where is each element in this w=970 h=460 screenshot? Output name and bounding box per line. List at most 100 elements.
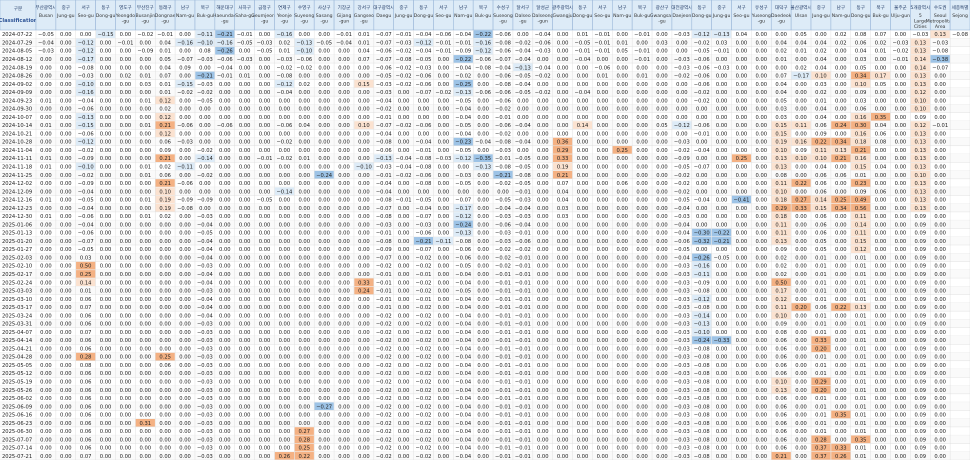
cell-value: 0.00 <box>338 173 350 179</box>
cell-value: −0.01 <box>495 346 511 352</box>
cell-value: 0.00 <box>537 330 549 336</box>
cell-value: 0.00 <box>835 247 847 253</box>
cell-value: 0.22 <box>795 181 807 187</box>
cell-value: 0.00 <box>279 396 291 402</box>
cell-value: 0.00 <box>656 446 668 452</box>
cell-value: 0.00 <box>875 98 887 104</box>
row-date: 2025-04-21 <box>2 346 32 352</box>
cell-value: 0.06 <box>775 355 787 361</box>
cell-value: 0.06 <box>775 404 787 410</box>
cell-value: 0.00 <box>696 247 708 253</box>
cell-value: 0.00 <box>259 421 271 427</box>
cell-value: 0.00 <box>219 214 231 220</box>
cell-value: 0.00 <box>756 115 768 121</box>
cell-value: 0.00 <box>577 107 589 113</box>
cell-value: 0.00 <box>716 247 728 253</box>
cell-value: 0.00 <box>159 272 171 278</box>
column-header-kr: 사상구 <box>318 4 331 11</box>
cell-value: −0.05 <box>515 165 531 171</box>
cell-value: 0.00 <box>298 140 310 146</box>
cell-value: −0.04 <box>455 363 472 369</box>
cell-value: −0.04 <box>515 82 532 88</box>
cell-value: 0.03 <box>557 214 569 220</box>
cell-value: 0.00 <box>140 206 152 212</box>
cell-value: 0.01 <box>40 165 52 171</box>
cell-value: 0.00 <box>40 330 52 336</box>
cell-value: 0.01 <box>855 380 867 386</box>
cell-value: 0.00 <box>40 206 52 212</box>
cell-value: 0.00 <box>636 255 648 261</box>
cell-value: 0.00 <box>100 165 112 171</box>
row-date: 2024-07-22 <box>2 32 32 38</box>
cell-value: −0.01 <box>416 272 432 278</box>
cell-value: −0.01 <box>376 115 392 121</box>
cell-value: 0.00 <box>934 421 946 427</box>
cell-value: −0.03 <box>674 214 690 220</box>
cell-value: 0.00 <box>895 437 907 443</box>
cell-value: 0.01 <box>815 429 827 435</box>
cell-value: −0.07 <box>376 123 392 129</box>
cell-value: 0.00 <box>40 313 52 319</box>
cell-value: 0.00 <box>597 90 609 96</box>
cell-value: −0.05 <box>674 247 690 253</box>
cell-value: 0.01 <box>815 421 827 427</box>
cell-value: 0.00 <box>934 404 946 410</box>
cell-value: 0.00 <box>716 429 728 435</box>
cell-value: 0.00 <box>259 98 271 104</box>
cell-value: 0.00 <box>338 247 350 253</box>
cell-value: 0.00 <box>537 413 549 419</box>
cell-value: 0.00 <box>736 305 748 311</box>
cell-value: 0.00 <box>636 371 648 377</box>
cell-value: 0.00 <box>756 454 768 460</box>
cell-value: −0.15 <box>78 123 94 129</box>
cell-value: 0.00 <box>895 322 907 328</box>
cell-value: 0.00 <box>875 231 887 237</box>
cell-value: 0.09 <box>915 380 927 386</box>
cell-value: −0.03 <box>197 413 213 419</box>
cell-value: −0.01 <box>117 40 133 46</box>
cell-value: 0.00 <box>298 338 310 344</box>
cell-value: −0.01 <box>515 446 531 452</box>
cell-value: 0.00 <box>179 396 191 402</box>
cell-value: 0.12 <box>855 247 867 253</box>
cell-value: −0.08 <box>694 363 710 369</box>
cell-value: 0.00 <box>616 98 628 104</box>
cell-value: 0.00 <box>756 98 768 104</box>
cell-value: 0.00 <box>120 239 132 245</box>
cell-value: −0.04 <box>376 131 393 137</box>
cell-value: 0.12 <box>915 90 927 96</box>
cell-value: 0.00 <box>616 222 628 228</box>
cell-value: −0.01 <box>495 388 511 394</box>
cell-value: 0.00 <box>398 396 410 402</box>
cell-value: 0.00 <box>835 49 847 55</box>
cell-value: 0.00 <box>279 272 291 278</box>
cell-value: −0.12 <box>416 40 432 46</box>
cell-value: 0.00 <box>338 65 350 71</box>
cell-value: −0.02 <box>416 371 432 377</box>
cell-value: 0.00 <box>120 65 132 71</box>
cell-value: 0.11 <box>775 222 787 228</box>
cell-value: −0.02 <box>396 82 412 88</box>
cell-value: 0.00 <box>736 140 748 146</box>
cell-value: 0.00 <box>616 297 628 303</box>
cell-value: −0.05 <box>257 198 273 204</box>
cell-value: −0.01 <box>495 421 511 427</box>
cell-value: 0.00 <box>716 264 728 270</box>
cell-value: 0.00 <box>259 346 271 352</box>
cell-value: 0.00 <box>438 429 450 435</box>
cell-value: 0.00 <box>736 65 748 71</box>
cell-value: 0.00 <box>636 429 648 435</box>
cell-value: 0.00 <box>577 189 589 195</box>
column-header-kr: 영도구 <box>119 4 132 11</box>
cell-value: 0.00 <box>597 338 609 344</box>
cell-value: 0.00 <box>577 231 589 237</box>
cell-value: 0.03 <box>775 107 787 113</box>
cell-value: 0.00 <box>875 272 887 278</box>
cell-value: −0.03 <box>257 40 273 46</box>
cell-value: 0.00 <box>179 74 191 80</box>
cell-value: 0.00 <box>636 413 648 419</box>
cell-value: 0.00 <box>716 289 728 295</box>
cell-value: 0.00 <box>477 305 489 311</box>
cell-value: 0.00 <box>179 247 191 253</box>
cell-value: 0.00 <box>338 98 350 104</box>
